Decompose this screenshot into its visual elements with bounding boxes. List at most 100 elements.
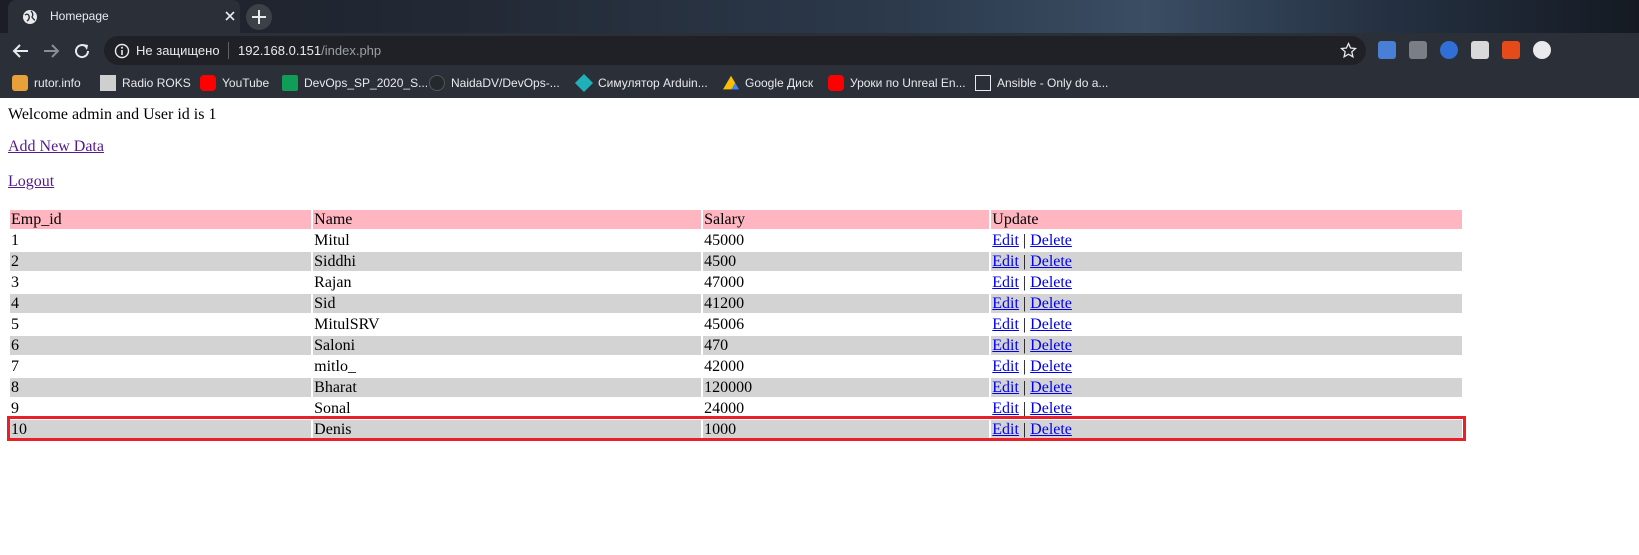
card-extension-icon[interactable]	[1471, 41, 1489, 59]
edit-link[interactable]: Edit	[992, 337, 1019, 354]
edit-link[interactable]: Edit	[992, 400, 1019, 417]
firefox-extension-icon[interactable]	[1440, 41, 1458, 59]
delete-link[interactable]: Delete	[1030, 358, 1072, 375]
table-row: 2 Siddhi 4500 Edit | Delete	[10, 252, 1462, 271]
cell-update-actions: Edit | Delete	[991, 315, 1462, 334]
logout-link[interactable]: Logout	[8, 173, 54, 191]
employee-table: Emp_id Name Salary Update 1 Mitul 45000 Edi…	[8, 208, 1464, 441]
cell-name: Mitul	[314, 232, 350, 249]
edit-link[interactable]: Edit	[992, 232, 1019, 249]
cell-salary: 41200	[704, 295, 745, 312]
close-icon[interactable]	[222, 8, 238, 24]
action-separator: |	[1022, 337, 1027, 354]
bookmark-star-icon[interactable]	[1340, 42, 1357, 59]
office-icon[interactable]	[1502, 41, 1520, 59]
google-drive-icon	[723, 75, 739, 90]
edit-link[interactable]: Edit	[992, 274, 1019, 291]
table-row: 1 Mitul 45000 Edit | Delete	[10, 231, 1462, 250]
bookmark-youtube[interactable]: YouTube	[200, 74, 269, 92]
not-secure-label[interactable]: Не защищено	[136, 43, 220, 58]
delete-link[interactable]: Delete	[1030, 337, 1072, 354]
delete-link[interactable]: Delete	[1030, 379, 1072, 396]
bookmark-label: Уроки по Unreal En...	[850, 76, 966, 90]
bookmark-google-drive[interactable]: Google Диск	[723, 74, 813, 92]
cell-salary: 4500	[704, 253, 737, 270]
cell-name: Sonal	[314, 400, 351, 417]
cell-emp-id: 2	[11, 253, 19, 270]
url-text[interactable]: 192.168.0.151/index.php	[238, 43, 381, 58]
edit-link[interactable]: Edit	[992, 379, 1019, 396]
edit-link[interactable]: Edit	[992, 295, 1019, 312]
edit-link[interactable]: Edit	[992, 358, 1019, 375]
column-header-emp-id: Emp_id	[11, 211, 62, 228]
bookmark-unreal-lessons[interactable]: Уроки по Unreal En...	[828, 74, 966, 92]
cell-salary: 45006	[704, 316, 745, 333]
url-host: 192.168.0.151	[238, 43, 322, 58]
delete-link[interactable]: Delete	[1030, 253, 1072, 270]
table-row: 7 mitlo_ 42000 Edit | Delete	[10, 357, 1462, 376]
plus-icon	[252, 10, 266, 24]
cell-name: Denis	[314, 421, 352, 438]
table-row: 10 Denis 1000 Edit | Delete	[10, 420, 1462, 439]
bookmark-github[interactable]: NaidaDV/DevOps-...	[429, 74, 560, 92]
github-icon	[429, 75, 445, 91]
cell-update-actions: Edit | Delete	[991, 399, 1462, 418]
cell-salary: 120000	[704, 379, 753, 396]
info-icon[interactable]	[114, 43, 130, 59]
reload-icon[interactable]	[73, 42, 91, 60]
table-row: 8 Bharat 120000 Edit | Delete	[10, 378, 1462, 397]
delete-link[interactable]: Delete	[1030, 274, 1072, 291]
bookmark-arduino-simulator[interactable]: Симулятор Arduin...	[574, 73, 708, 93]
edit-link[interactable]: Edit	[992, 253, 1019, 270]
table-row: 9 Sonal 24000 Edit | Delete	[10, 399, 1462, 418]
bookmark-devops-sheet[interactable]: DevOps_SP_2020_S...	[282, 74, 428, 92]
browser-chrome: Homepage Не защищено 192.168.0.151/index…	[0, 0, 1639, 98]
cell-salary: 24000	[704, 400, 745, 417]
cell-salary: 45000	[704, 232, 745, 249]
cell-name: Sid	[314, 295, 336, 312]
table-row: 6 Saloni 470 Edit | Delete	[10, 336, 1462, 355]
forward-arrow-icon[interactable]	[42, 42, 60, 60]
table-row: 5 MitulSRV 45006 Edit | Delete	[10, 315, 1462, 334]
youtube-icon	[828, 75, 844, 91]
table-row: 4 Sid 41200 Edit | Delete	[10, 294, 1462, 313]
cell-name: Siddhi	[314, 253, 356, 270]
google-translate-icon[interactable]	[1378, 41, 1396, 59]
copy-extension-icon[interactable]	[1409, 41, 1427, 59]
speedometer-icon[interactable]	[1533, 41, 1551, 59]
cell-emp-id: 4	[11, 295, 19, 312]
cell-update-actions: Edit | Delete	[991, 357, 1462, 376]
delete-link[interactable]: Delete	[1030, 232, 1072, 249]
delete-link[interactable]: Delete	[1030, 295, 1072, 312]
bookmark-label: rutor.info	[34, 76, 81, 90]
cell-name: MitulSRV	[314, 316, 380, 333]
bookmark-rutor[interactable]: rutor.info	[12, 74, 81, 92]
delete-link[interactable]: Delete	[1030, 316, 1072, 333]
cell-emp-id: 5	[11, 316, 19, 333]
delete-link[interactable]: Delete	[1030, 421, 1072, 438]
bookmark-label: YouTube	[222, 76, 270, 90]
cell-update-actions: Edit | Delete	[991, 294, 1462, 313]
bookmark-label: Google Диск	[745, 76, 814, 90]
delete-link[interactable]: Delete	[1030, 400, 1072, 417]
add-new-data-link[interactable]: Add New Data	[8, 138, 104, 156]
bookmark-ansible[interactable]: Ansible - Only do a...	[975, 74, 1108, 92]
browser-tab[interactable]: Homepage	[8, 0, 240, 33]
cell-update-actions: Edit | Delete	[991, 336, 1462, 355]
new-tab-button[interactable]	[246, 4, 272, 30]
cell-emp-id: 1	[11, 232, 19, 249]
address-bar[interactable]: Не защищено 192.168.0.151/index.php	[104, 36, 1366, 65]
action-separator: |	[1022, 274, 1027, 291]
edit-link[interactable]: Edit	[992, 316, 1019, 333]
cell-emp-id: 3	[11, 274, 19, 291]
welcome-message: Welcome admin and User id is 1	[8, 106, 217, 123]
cell-update-actions: Edit | Delete	[991, 273, 1462, 292]
action-separator: |	[1022, 316, 1027, 333]
bookmark-radio-roks[interactable]: Radio ROKS	[100, 74, 191, 92]
edit-link[interactable]: Edit	[992, 421, 1019, 438]
page-content: Welcome admin and User id is 1 Add New D…	[0, 98, 1639, 555]
google-sheets-icon	[282, 75, 298, 91]
back-arrow-icon[interactable]	[12, 42, 30, 60]
cell-emp-id: 9	[11, 400, 19, 417]
bookmark-label: Симулятор Arduin...	[598, 76, 708, 90]
